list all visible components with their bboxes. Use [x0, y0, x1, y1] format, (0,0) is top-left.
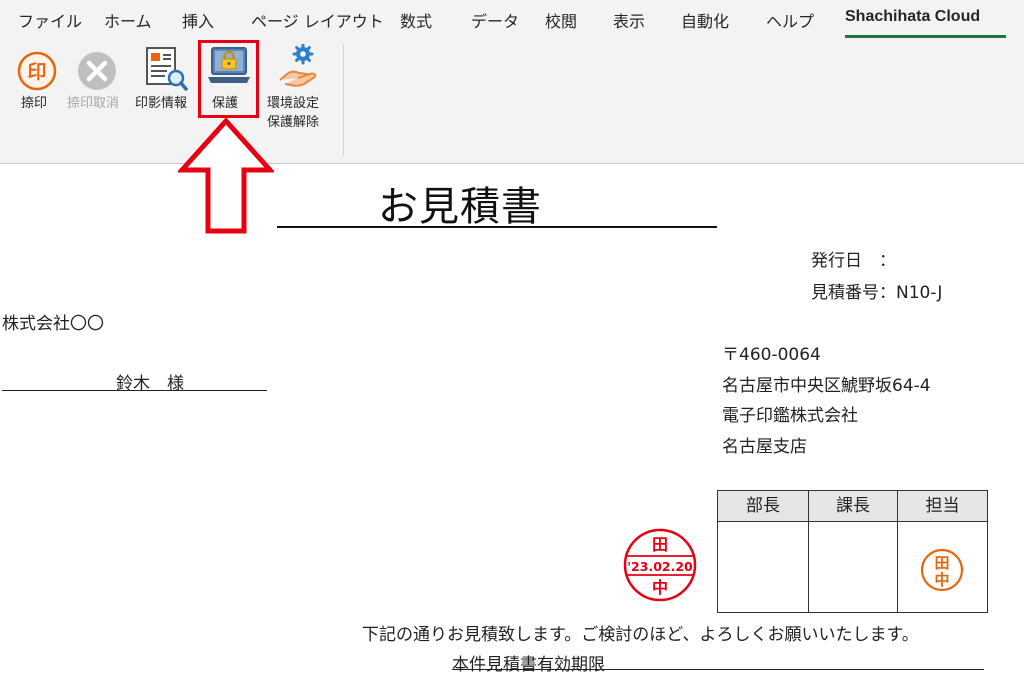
svg-text:'23.02.20: '23.02.20: [627, 559, 693, 574]
up-arrow-icon: [178, 118, 274, 234]
svg-text:中: 中: [934, 571, 949, 589]
tab-help[interactable]: ヘルプ: [766, 8, 814, 32]
staff-personal-seal: 田 中: [920, 548, 964, 592]
protect-highlight-box: [198, 40, 259, 118]
cancel-circle-icon: [78, 52, 116, 90]
stamp-info-label: 印影情報: [135, 96, 188, 111]
document-search-icon: [146, 47, 188, 91]
tab-formulas[interactable]: 数式: [400, 8, 432, 32]
approval-divider: [808, 491, 809, 612]
ribbon: ファイル ホーム 挿入 ページ レイアウト 数式 データ 校閲 表示 自動化 ヘ…: [0, 0, 1024, 164]
sender-postal-code: 〒460-0064: [722, 345, 821, 365]
settings-unprotect-button[interactable]: 環境設定 保護解除: [264, 44, 334, 132]
customer-underline: [2, 390, 267, 391]
estimate-message: 下記の通りお見積致します。ご検討のほど、よろしくお願いいたします。: [362, 625, 919, 645]
validity-underline: [452, 669, 984, 670]
settings-label: 環境設定: [267, 96, 320, 111]
document-title: お見積書: [378, 184, 542, 230]
svg-text:印: 印: [27, 61, 46, 83]
tab-shachihata-cloud[interactable]: Shachihata Cloud: [845, 8, 980, 26]
active-tab-indicator: [845, 35, 1006, 38]
tab-data[interactable]: データ: [471, 8, 519, 32]
stamp-button[interactable]: 印 捺印: [12, 44, 62, 114]
tab-view[interactable]: 表示: [613, 8, 645, 32]
stamp-info-button[interactable]: 印影情報: [134, 44, 198, 114]
stamp-button-label: 捺印: [21, 96, 48, 111]
approval-header-staff: 担当: [898, 491, 987, 522]
hand-gear-icon: [279, 44, 317, 87]
approval-divider: [897, 491, 898, 612]
issue-date-label: 発行日 ：: [811, 251, 896, 271]
seal-stamp-icon: 印: [17, 51, 57, 91]
ribbon-tabs: ファイル ホーム 挿入 ページ レイアウト 数式 データ 校閲 表示 自動化 ヘ…: [0, 0, 1024, 40]
sender-branch: 名古屋支店: [722, 437, 807, 457]
tab-insert[interactable]: 挿入: [182, 8, 214, 32]
svg-text:田: 田: [652, 535, 668, 554]
approval-header-section-chief: 課長: [808, 491, 898, 522]
customer-company: 株式会社〇〇: [2, 314, 104, 334]
estimate-number: 見積番号：N10-J: [811, 283, 943, 303]
unprotect-label: 保護解除: [267, 115, 320, 130]
svg-text:中: 中: [652, 578, 668, 597]
title-underline: [277, 226, 717, 228]
cancel-stamp-label: 捺印取消: [67, 96, 120, 111]
validity-label: 本件見積書有効期限: [452, 655, 605, 675]
tab-automate[interactable]: 自動化: [681, 8, 729, 32]
svg-text:田: 田: [934, 554, 949, 572]
date-seal-stamp: 田 '23.02.20 中: [623, 528, 697, 602]
cancel-stamp-button[interactable]: 捺印取消: [66, 44, 130, 114]
tab-review[interactable]: 校閲: [545, 8, 577, 32]
sender-company: 電子印鑑株式会社: [722, 406, 858, 426]
ribbon-group-separator: [343, 44, 344, 156]
sender-address: 名古屋市中央区鯱野坂64-4: [722, 376, 931, 396]
tab-file[interactable]: ファイル: [18, 8, 82, 32]
tab-page-layout[interactable]: ページ レイアウト: [251, 8, 384, 32]
tab-home[interactable]: ホーム: [104, 8, 152, 32]
approval-header-manager: 部長: [718, 491, 808, 522]
approval-stamp-table: 部長 課長 担当 田 中: [717, 490, 988, 613]
